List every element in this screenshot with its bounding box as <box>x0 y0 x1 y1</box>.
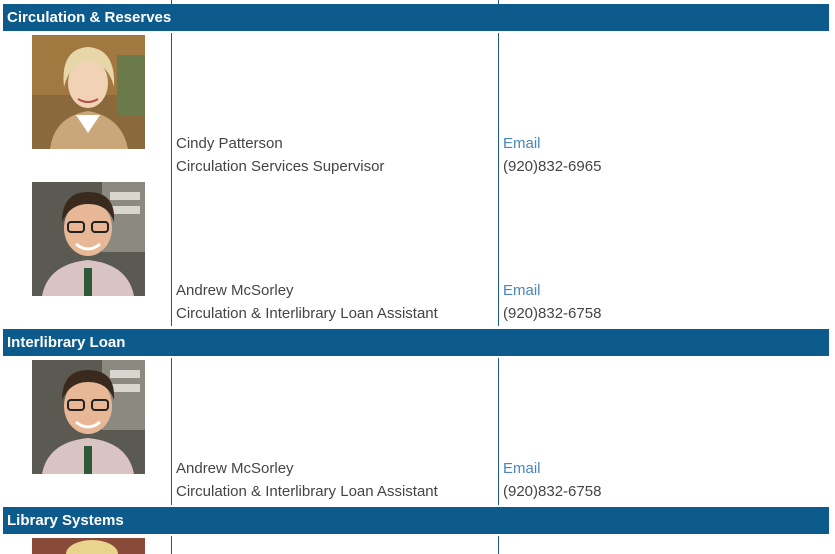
staff-photo <box>32 538 145 554</box>
staff-role: Circulation & Interlibrary Loan Assistan… <box>176 305 438 322</box>
staff-photo-woman-icon <box>32 35 145 149</box>
section-header-library-systems: Library Systems <box>3 507 829 534</box>
staff-name: Cindy Patterson <box>176 135 283 152</box>
staff-name: Andrew McSorley <box>176 460 294 477</box>
staff-role: Circulation & Interlibrary Loan Assistan… <box>176 483 438 500</box>
staff-photo-woman-icon <box>32 538 145 554</box>
section-header-circulation-reserves: Circulation & Reserves <box>3 4 829 31</box>
column-divider-right <box>498 358 499 505</box>
staff-phone: (920)832-6758 <box>503 483 602 500</box>
column-divider-left <box>171 358 172 505</box>
staff-photo <box>32 182 145 296</box>
staff-photo-man-icon <box>32 360 145 474</box>
column-divider-left <box>171 536 172 554</box>
column-divider-left <box>171 33 172 326</box>
email-link[interactable]: Email <box>503 135 541 152</box>
staff-photo-man-icon <box>32 182 145 296</box>
staff-role: Circulation Services Supervisor <box>176 158 385 175</box>
column-divider-right <box>498 33 499 326</box>
email-link[interactable]: Email <box>503 460 541 477</box>
section-header-interlibrary-loan: Interlibrary Loan <box>3 329 829 356</box>
staff-phone: (920)832-6965 <box>503 158 602 175</box>
staff-name: Andrew McSorley <box>176 282 294 299</box>
staff-photo <box>32 35 145 149</box>
staff-phone: (920)832-6758 <box>503 305 602 322</box>
email-link[interactable]: Email <box>503 282 541 299</box>
staff-photo <box>32 360 145 474</box>
column-divider-right <box>498 536 499 554</box>
